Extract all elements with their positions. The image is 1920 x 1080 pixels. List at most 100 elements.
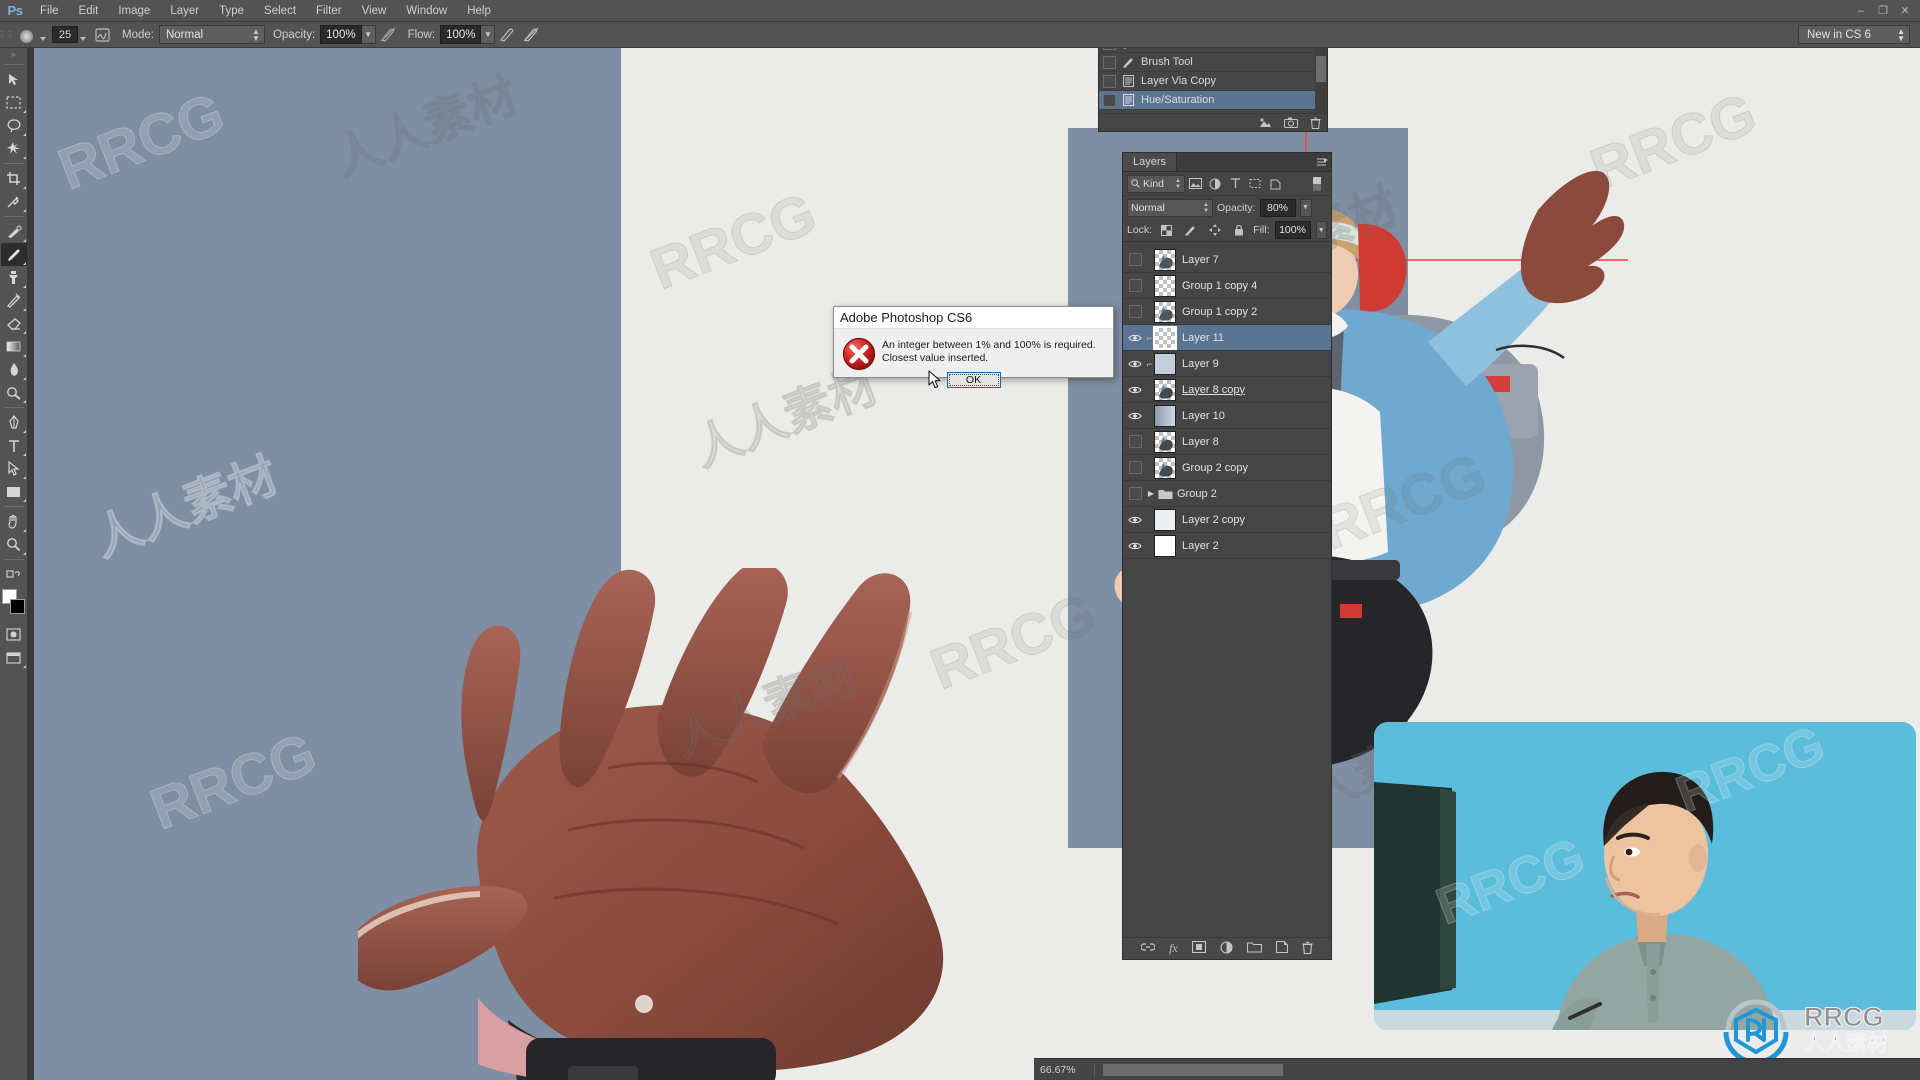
layers-panel-menu-icon[interactable] <box>1313 153 1331 171</box>
menu-select[interactable]: Select <box>254 0 306 22</box>
layer-opacity-input[interactable]: 80% <box>1259 198 1296 217</box>
menu-help[interactable]: Help <box>457 0 501 22</box>
adjustment-icon[interactable] <box>1220 940 1233 957</box>
history-scrollbar-thumb[interactable] <box>1316 56 1326 82</box>
mask-icon[interactable] <box>1191 940 1206 956</box>
rectangular-marquee-tool[interactable] <box>1 91 27 114</box>
pen-tool[interactable] <box>1 411 27 434</box>
eyedropper-tool[interactable] <box>1 190 27 213</box>
table-row[interactable]: Layer 7 <box>1123 247 1331 273</box>
pressure-opacity-toggle-icon[interactable] <box>376 24 400 46</box>
layer-fill-input[interactable]: 100% <box>1274 221 1311 239</box>
layer-visibility-toggle[interactable] <box>1125 429 1145 455</box>
lock-transparent-pixels-icon[interactable] <box>1157 220 1176 240</box>
workspace-select[interactable]: New in CS 6 ▲ ▼ <box>1798 25 1910 44</box>
path-selection-tool[interactable] <box>1 457 27 480</box>
brush-size-chevron-icon[interactable] <box>80 36 86 41</box>
layer-visibility-toggle[interactable] <box>1125 377 1145 403</box>
layer-visibility-toggle[interactable] <box>1125 403 1145 429</box>
pressure-size-toggle-icon[interactable] <box>519 24 543 46</box>
menu-image[interactable]: Image <box>108 0 160 22</box>
magic-wand-tool[interactable] <box>1 137 27 160</box>
layer-visibility-toggle[interactable] <box>1125 299 1145 325</box>
layer-fill-chevron-icon[interactable]: ▼ <box>1315 221 1328 239</box>
tab-layers[interactable]: Layers <box>1123 153 1178 171</box>
rectangle-tool[interactable] <box>1 480 27 503</box>
lock-all-icon[interactable] <box>1229 220 1248 240</box>
table-row[interactable]: ⌐ Layer 11 <box>1123 325 1331 351</box>
eraser-tool[interactable] <box>1 312 27 335</box>
blend-mode-select[interactable]: Normal ▲ ▼ <box>158 25 265 44</box>
zoom-tool[interactable] <box>1 533 27 556</box>
table-row[interactable]: Layer 8 copy <box>1123 377 1331 403</box>
tools-panel-grip[interactable]: » <box>0 48 28 61</box>
layer-visibility-toggle[interactable] <box>1125 325 1145 351</box>
table-row[interactable]: ▶ Group 2 <box>1123 481 1331 507</box>
lock-position-icon[interactable] <box>1205 220 1224 240</box>
layer-thumbnail[interactable] <box>1154 352 1176 375</box>
layer-visibility-toggle[interactable] <box>1125 481 1145 507</box>
flow-input[interactable]: 100% <box>440 25 482 44</box>
blur-tool[interactable] <box>1 358 27 381</box>
new-snapshot-icon[interactable] <box>1284 117 1298 128</box>
filter-enable-toggle[interactable] <box>1307 174 1327 194</box>
dodge-tool[interactable] <box>1 381 27 404</box>
flow-chevron-icon[interactable]: ▼ <box>481 25 496 44</box>
history-snapshot-checkbox[interactable] <box>1103 93 1116 107</box>
menu-layer[interactable]: Layer <box>160 0 209 22</box>
quick-mask-toggle[interactable] <box>1 623 27 646</box>
history-item[interactable]: Brush Tool <box>1099 53 1327 72</box>
maximize-button[interactable]: ❐ <box>1872 0 1894 22</box>
menu-type[interactable]: Type <box>209 0 254 22</box>
chevron-right-icon[interactable]: ▶ <box>1145 489 1157 498</box>
layer-visibility-toggle[interactable] <box>1125 247 1145 273</box>
table-row[interactable]: Group 1 copy 2 <box>1123 299 1331 325</box>
table-row[interactable]: Layer 2 copy <box>1123 507 1331 533</box>
table-row[interactable]: ⌐ Layer 9 <box>1123 351 1331 377</box>
layer-thumbnail[interactable] <box>1154 404 1176 427</box>
filter-type-icon[interactable] <box>1225 174 1245 194</box>
table-row[interactable]: Group 1 copy 4 <box>1123 273 1331 299</box>
layer-blend-mode-select[interactable]: Normal ▲ ▼ <box>1127 198 1213 217</box>
move-tool[interactable] <box>1 68 27 91</box>
layer-thumbnail[interactable] <box>1154 456 1176 479</box>
type-tool[interactable] <box>1 434 27 457</box>
layer-thumbnail[interactable] <box>1153 325 1177 350</box>
layer-thumbnail[interactable] <box>1154 248 1176 271</box>
filter-kind-select[interactable]: Kind ▲ ▼ <box>1127 174 1185 193</box>
layer-visibility-toggle[interactable] <box>1125 351 1145 377</box>
brush-panel-toggle-icon[interactable] <box>90 24 114 46</box>
fx-icon[interactable]: fx <box>1169 941 1178 956</box>
airbrush-toggle-icon[interactable] <box>495 24 519 46</box>
gradient-tool[interactable] <box>1 335 27 358</box>
opacity-chevron-icon[interactable]: ▼ <box>361 25 376 44</box>
layer-thumbnail[interactable] <box>1154 430 1176 453</box>
table-row[interactable]: Layer 2 <box>1123 533 1331 559</box>
brush-preset-picker[interactable] <box>12 24 40 46</box>
layer-thumbnail[interactable] <box>1154 300 1176 323</box>
options-bar-grip[interactable]: ⋮⋮ <box>0 22 14 48</box>
history-snapshot-checkbox[interactable] <box>1103 55 1116 69</box>
background-color-swatch[interactable] <box>9 599 25 614</box>
menu-file[interactable]: File <box>30 0 69 22</box>
layer-list[interactable]: Layer 7 Group 1 copy 4 Group 1 copy 2 ⌐ … <box>1123 247 1331 919</box>
layer-thumbnail[interactable] <box>1154 534 1176 557</box>
filter-adjustment-icon[interactable] <box>1205 174 1225 194</box>
delete-state-icon[interactable] <box>1310 117 1321 129</box>
history-item[interactable]: Hue/Saturation <box>1099 91 1327 110</box>
layer-opacity-chevron-icon[interactable]: ▼ <box>1299 198 1312 217</box>
table-row[interactable]: Layer 10 <box>1123 403 1331 429</box>
delete-icon[interactable] <box>1302 941 1313 957</box>
screen-mode-toggle[interactable] <box>1 646 27 669</box>
table-row[interactable]: Layer 8 <box>1123 429 1331 455</box>
brush-preset-chevron-icon[interactable] <box>40 36 46 41</box>
ok-button[interactable]: OK <box>946 372 1001 388</box>
history-snapshot-checkbox[interactable] <box>1103 74 1116 88</box>
healing-brush-tool[interactable] <box>1 220 27 243</box>
link-icon[interactable] <box>1140 942 1156 955</box>
filter-shape-icon[interactable] <box>1245 174 1265 194</box>
menu-window[interactable]: Window <box>396 0 457 22</box>
close-button[interactable]: ✕ <box>1894 0 1916 22</box>
zoom-level[interactable]: 66.67% <box>1040 1064 1086 1076</box>
layer-thumbnail[interactable] <box>1154 378 1176 401</box>
